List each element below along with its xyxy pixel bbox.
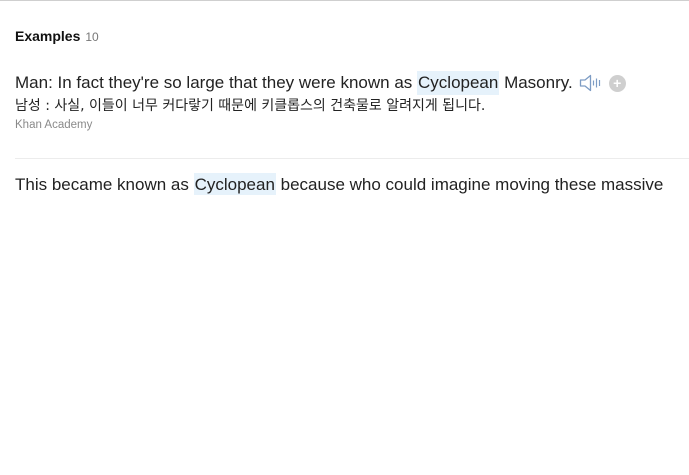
speaker-icon[interactable] bbox=[579, 74, 603, 92]
divider bbox=[15, 158, 689, 159]
sentence-text: This became known as bbox=[15, 175, 194, 194]
sentence-text: Masonry. bbox=[499, 73, 573, 92]
example-source: Khan Academy bbox=[15, 119, 93, 131]
example-sentence: Man: In fact they're so large that they … bbox=[15, 71, 689, 95]
example-translation: 남성 : 사실, 이들이 너무 커다랗기 때문에 키클롭스의 건축물로 알려지게… bbox=[15, 98, 486, 114]
example-item: This became known as Cyclopean because w… bbox=[15, 173, 689, 195]
highlighted-term: Cyclopean bbox=[193, 173, 276, 195]
examples-section-header: Examples 10 bbox=[15, 28, 689, 44]
highlighted-term: Cyclopean bbox=[417, 71, 500, 95]
example-sentence: This became known as Cyclopean because w… bbox=[15, 173, 689, 195]
section-header: Examples 10 bbox=[15, 28, 689, 44]
top-border bbox=[0, 0, 689, 1]
sentence-text: because who could imagine moving these m… bbox=[275, 175, 664, 194]
plus-icon: + bbox=[613, 74, 622, 91]
example-item: Man: In fact they're so large that they … bbox=[15, 71, 689, 131]
sentence-text: Man: In fact they're so large that they … bbox=[15, 73, 418, 92]
example-count: 10 bbox=[85, 30, 99, 44]
section-title: Examples bbox=[15, 28, 81, 44]
add-to-wordlist-button[interactable]: + bbox=[608, 74, 626, 92]
